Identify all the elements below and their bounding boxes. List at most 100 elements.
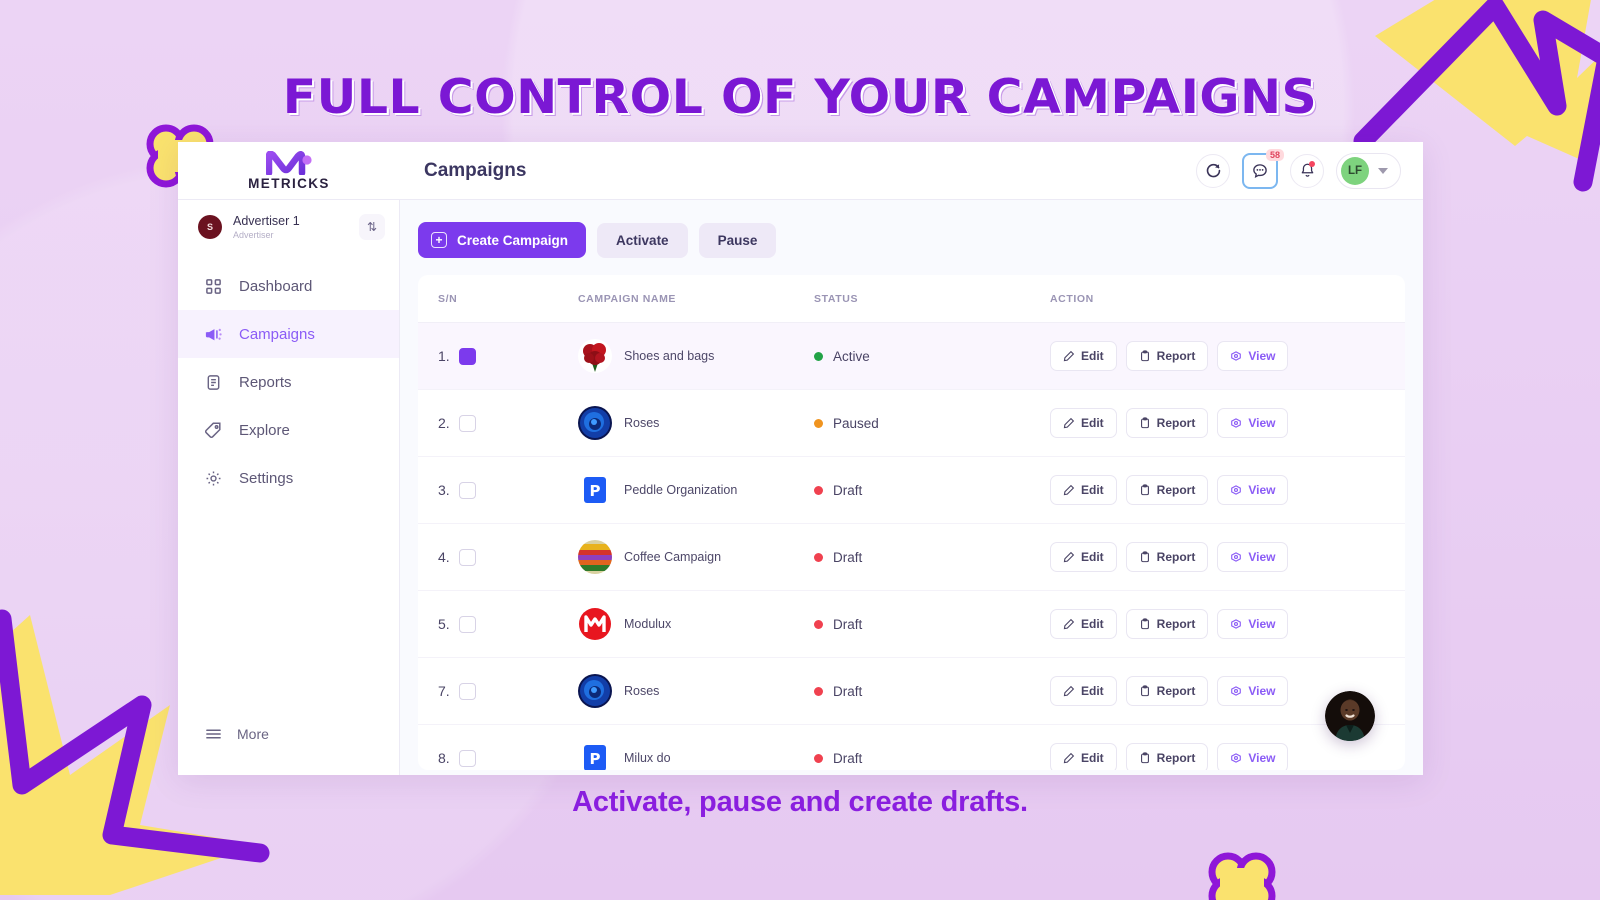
view-button[interactable]: View: [1217, 341, 1289, 371]
row-checkbox[interactable]: [458, 481, 476, 499]
campaign-name-cell: P Milux do: [578, 741, 814, 770]
edit-button[interactable]: Edit: [1050, 542, 1117, 572]
view-button[interactable]: View: [1217, 475, 1289, 505]
account-text: Advertiser 1 Advertiser: [233, 214, 348, 240]
report-button[interactable]: Report: [1125, 609, 1209, 639]
edit-button[interactable]: Edit: [1050, 743, 1117, 770]
blue-p-logo: P: [578, 741, 612, 770]
table-row[interactable]: 2. Roses Paused Edit Report View: [418, 390, 1405, 457]
table-row[interactable]: 4. Coffee Campaign Draft Edit Report Vie…: [418, 524, 1405, 591]
table-header: S/N CAMPAIGN NAME STATUS ACTION: [418, 275, 1405, 323]
activate-button[interactable]: Activate: [597, 222, 688, 258]
row-checkbox[interactable]: [458, 347, 476, 365]
table-row[interactable]: 1. Shoes and bags Active Edit Report Vie…: [418, 323, 1405, 390]
sidebar-item-label: Dashboard: [239, 277, 313, 295]
edit-button[interactable]: Edit: [1050, 341, 1117, 371]
view-button[interactable]: View: [1217, 408, 1289, 438]
sort-switch-icon[interactable]: ⇅: [359, 214, 385, 240]
edit-button[interactable]: Edit: [1050, 475, 1117, 505]
blue-p-logo: P: [578, 473, 612, 507]
main-content: + Create Campaign Activate Pause S/N CAM…: [400, 200, 1423, 775]
row-number: 5.: [438, 616, 450, 632]
campaign-name: Modulux: [624, 617, 672, 631]
pause-button[interactable]: Pause: [698, 222, 777, 258]
row-actions: Edit Report View: [1050, 408, 1385, 438]
edit-button[interactable]: Edit: [1050, 609, 1117, 639]
view-button[interactable]: View: [1217, 676, 1289, 706]
view-button[interactable]: View: [1217, 609, 1289, 639]
edit-label: Edit: [1081, 617, 1104, 631]
row-index-cell: 5.: [438, 615, 578, 633]
row-number: 8.: [438, 750, 450, 766]
row-actions: Edit Report View: [1050, 542, 1385, 572]
row-checkbox[interactable]: [458, 615, 476, 633]
refresh-button[interactable]: [1196, 153, 1230, 188]
view-eye-icon: [1230, 618, 1242, 630]
status-cell: Draft: [814, 550, 1050, 565]
brand-logo[interactable]: METRICKS: [178, 150, 400, 191]
avatar: LF: [1341, 156, 1369, 185]
view-eye-icon: [1230, 350, 1242, 362]
campaign-name-cell: Roses: [578, 674, 814, 708]
row-checkbox[interactable]: [458, 682, 476, 700]
edit-button[interactable]: Edit: [1050, 676, 1117, 706]
row-checkbox[interactable]: [458, 548, 476, 566]
report-button[interactable]: Report: [1125, 542, 1209, 572]
account-switcher[interactable]: S Advertiser 1 Advertiser ⇅: [178, 200, 399, 254]
red-roses-bouquet-photo: [578, 339, 612, 373]
report-label: Report: [1156, 684, 1196, 698]
view-label: View: [1248, 550, 1276, 564]
edit-pencil-icon: [1063, 417, 1075, 429]
report-button[interactable]: Report: [1125, 743, 1209, 770]
row-number: 2.: [438, 415, 450, 431]
campaign-toolbar: + Create Campaign Activate Pause: [418, 222, 1405, 258]
support-chat-widget[interactable]: [1325, 691, 1375, 741]
sidebar-item-dashboard[interactable]: Dashboard: [178, 262, 399, 310]
sidebar-item-explore[interactable]: Explore: [178, 406, 399, 454]
notifications-button[interactable]: [1290, 153, 1324, 188]
campaign-name: Peddle Organization: [624, 483, 738, 497]
user-menu[interactable]: LF: [1336, 152, 1401, 189]
edit-pencil-icon: [1063, 618, 1075, 630]
table-row[interactable]: 8. P Milux do Draft Edit Report View: [418, 725, 1405, 770]
report-button[interactable]: Report: [1125, 475, 1209, 505]
edit-pencil-icon: [1063, 752, 1075, 764]
edit-label: Edit: [1081, 751, 1104, 765]
sidebar-item-more[interactable]: More: [178, 724, 400, 743]
report-button[interactable]: Report: [1125, 341, 1209, 371]
edit-button[interactable]: Edit: [1050, 408, 1117, 438]
campaign-name: Milux do: [624, 751, 671, 765]
view-button[interactable]: View: [1217, 743, 1289, 770]
sidebar-item-campaigns[interactable]: Campaigns: [178, 310, 399, 358]
clipboard-report-icon: [1139, 685, 1151, 697]
edit-pencil-icon: [1063, 350, 1075, 362]
report-label: Report: [1156, 483, 1196, 497]
row-index-cell: 8.: [438, 749, 578, 767]
row-number: 7.: [438, 683, 450, 699]
status-cell: Active: [814, 349, 1050, 364]
table-row[interactable]: 7. Roses Draft Edit Report View: [418, 658, 1405, 725]
tulip-field-photo: [578, 540, 612, 574]
view-eye-icon: [1230, 484, 1242, 496]
grid-dashboard-icon: [204, 277, 223, 296]
edit-pencil-icon: [1063, 551, 1075, 563]
row-index-cell: 3.: [438, 481, 578, 499]
row-checkbox[interactable]: [458, 414, 476, 432]
table-row[interactable]: 3. P Peddle Organization Draft Edit Repo…: [418, 457, 1405, 524]
create-campaign-button[interactable]: + Create Campaign: [418, 222, 587, 258]
clipboard-report-icon: [1139, 350, 1151, 362]
status-dot: [814, 686, 823, 696]
sidebar-item-reports[interactable]: Reports: [178, 358, 399, 406]
table-row[interactable]: 5. Modulux Draft Edit Report View: [418, 591, 1405, 658]
report-label: Report: [1156, 617, 1196, 631]
sidebar-item-label: Campaigns: [239, 325, 315, 343]
clipboard-report-icon: [1139, 752, 1151, 764]
edit-label: Edit: [1081, 416, 1104, 430]
report-button[interactable]: Report: [1125, 676, 1209, 706]
row-number: 4.: [438, 549, 450, 565]
sidebar-item-settings[interactable]: Settings: [178, 454, 399, 502]
report-button[interactable]: Report: [1125, 408, 1209, 438]
row-checkbox[interactable]: [458, 749, 476, 767]
view-button[interactable]: View: [1217, 542, 1289, 572]
messages-button[interactable]: 58: [1242, 148, 1284, 189]
